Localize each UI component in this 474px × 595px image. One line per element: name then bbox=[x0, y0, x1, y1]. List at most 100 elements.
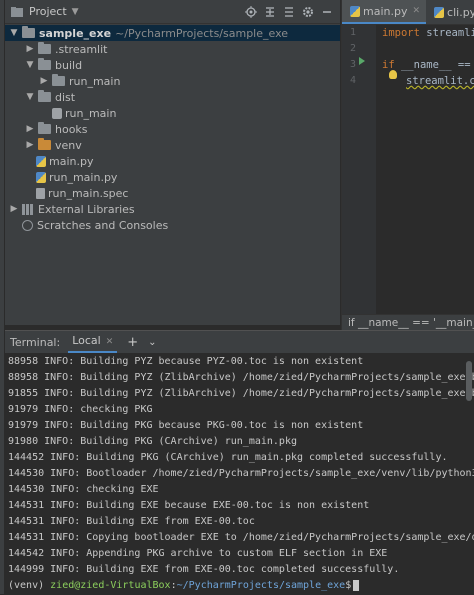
terminal-line: 144531 INFO: Building EXE because EXE-00… bbox=[8, 500, 370, 511]
chevron-right-icon[interactable]: ▶ bbox=[25, 140, 35, 150]
tree-item-label: run_main.spec bbox=[48, 186, 129, 200]
terminal-line: 144542 INFO: Appending PKG archive to cu… bbox=[8, 548, 388, 559]
scratch-icon bbox=[22, 219, 33, 231]
folder-icon bbox=[38, 122, 51, 134]
terminal-label: Terminal: bbox=[10, 335, 61, 349]
lightbulb-icon[interactable] bbox=[389, 70, 397, 79]
terminal-line: 144530 INFO: Bootloader /home/zied/Pycha… bbox=[8, 468, 474, 479]
code-line-3[interactable]: if __name__ == ' bbox=[382, 59, 474, 71]
collapse-all-icon[interactable] bbox=[280, 3, 298, 21]
folder-icon bbox=[52, 74, 65, 86]
tree-item-sample-exe[interactable]: ▼ sample_exe ~/PycharmProjects/sample_ex… bbox=[5, 25, 340, 41]
line-number: 4 bbox=[349, 75, 356, 86]
terminal-line: 144530 INFO: checking EXE bbox=[8, 484, 159, 495]
terminal-line: 91979 INFO: Building PKG because PKG-00.… bbox=[8, 420, 364, 431]
tree-item-dist[interactable]: ▼ dist bbox=[5, 89, 340, 105]
terminal-line: 144531 INFO: Copying bootloader EXE to /… bbox=[8, 532, 474, 543]
terminal-line: 144452 INFO: Building PKG (CArchive) run… bbox=[8, 452, 448, 463]
tab-label: cli.py bbox=[447, 5, 474, 19]
project-panel-title[interactable]: Project bbox=[29, 5, 67, 18]
python-file-icon bbox=[434, 6, 445, 18]
python-file-icon bbox=[350, 5, 360, 17]
code-line-1[interactable]: import streamlit bbox=[382, 27, 474, 39]
tree-item-streamlit[interactable]: ▶ .streamlit bbox=[5, 41, 340, 57]
terminal-output[interactable]: 88958 INFO: Building PYZ because PYZ-00.… bbox=[8, 354, 474, 594]
terminal-line: 91855 INFO: Building PYZ (ZlibArchive) /… bbox=[8, 388, 474, 399]
prompt-env: (venv) bbox=[8, 580, 51, 591]
folder-icon bbox=[38, 58, 51, 70]
tree-item-label: dist bbox=[55, 90, 76, 104]
editor-breadcrumb[interactable]: if __name__ == '__main__' bbox=[342, 314, 474, 330]
tree-item-label: run_main bbox=[65, 106, 117, 120]
tab-cli-py[interactable]: cli.py bbox=[426, 0, 474, 24]
terminal-line: 91980 INFO: Building PKG (CArchive) run_… bbox=[8, 436, 297, 447]
terminal-line: 144999 INFO: Building EXE from EXE-00.to… bbox=[8, 564, 400, 575]
new-terminal-plus-icon[interactable]: + bbox=[127, 335, 138, 350]
terminal-scrollbar[interactable] bbox=[466, 361, 472, 401]
tab-main-py[interactable]: main.py ✕ bbox=[342, 0, 427, 24]
code-keyword: if bbox=[382, 59, 395, 71]
editor-panel: main.py ✕ cli.py 1 2 3 4 import streamli… bbox=[341, 0, 474, 330]
chevron-down-icon[interactable]: ▼ bbox=[25, 92, 35, 102]
tree-item-main-py[interactable]: main.py bbox=[5, 153, 340, 169]
chevron-right-icon[interactable]: ▶ bbox=[25, 44, 35, 54]
close-icon[interactable]: ✕ bbox=[412, 6, 420, 16]
view-dropdown-icon[interactable]: ▼ bbox=[72, 7, 79, 17]
locate-file-icon[interactable] bbox=[242, 3, 260, 21]
text-file-icon bbox=[36, 187, 45, 199]
terminal-line: 88958 INFO: Building PYZ (ZlibArchive) /… bbox=[8, 372, 474, 383]
tree-item-venv[interactable]: ▶ venv bbox=[5, 137, 340, 153]
tree-item-label: build bbox=[55, 58, 83, 72]
terminal-tab-local[interactable]: Local ✕ bbox=[68, 331, 118, 353]
chevron-right-icon[interactable]: ▶ bbox=[39, 76, 49, 86]
line-number: 3 bbox=[349, 59, 356, 70]
tree-item-run-main-py[interactable]: run_main.py bbox=[5, 169, 340, 185]
tree-item-build[interactable]: ▼ build bbox=[5, 57, 340, 73]
tab-label: main.py bbox=[363, 4, 408, 18]
prompt-symbol: $ bbox=[345, 580, 352, 591]
tree-item-label: .streamlit bbox=[55, 42, 108, 56]
library-icon bbox=[22, 203, 34, 215]
tree-item-scratches[interactable]: Scratches and Consoles bbox=[5, 217, 340, 233]
gear-icon[interactable] bbox=[299, 3, 317, 21]
tree-item-label: venv bbox=[55, 138, 82, 152]
project-panel: Project ▼ ▼ sample_exe ~/PycharmProjects… bbox=[5, 0, 340, 325]
tree-item-label: Scratches and Consoles bbox=[37, 218, 169, 232]
folder-icon bbox=[38, 42, 51, 54]
folder-icon bbox=[38, 90, 51, 102]
tree-item-label: main.py bbox=[49, 154, 94, 168]
code-text: streamlit bbox=[426, 27, 474, 39]
tree-item-label: sample_exe bbox=[39, 26, 112, 40]
terminal-line: 144531 INFO: Building EXE from EXE-00.to… bbox=[8, 516, 255, 527]
project-folder-icon bbox=[11, 6, 23, 17]
run-icon[interactable] bbox=[359, 57, 365, 65]
tree-item-build-run-main[interactable]: ▶ run_main bbox=[5, 73, 340, 89]
prompt-user: zied@zied-VirtualBox bbox=[50, 580, 171, 591]
code-text: streamlit.cli bbox=[406, 75, 474, 87]
chevron-right-icon[interactable]: ▶ bbox=[25, 124, 35, 134]
python-file-icon bbox=[36, 171, 46, 183]
chevron-down-icon[interactable]: ⌄ bbox=[148, 337, 156, 348]
terminal-line: 91979 INFO: checking PKG bbox=[8, 404, 153, 415]
terminal-tab-label: Local bbox=[72, 334, 101, 347]
close-icon[interactable]: ✕ bbox=[106, 337, 114, 347]
tree-item-hooks[interactable]: ▶ hooks bbox=[5, 121, 340, 137]
text-cursor bbox=[353, 579, 360, 591]
tree-item-path: ~/PycharmProjects/sample_exe bbox=[115, 26, 289, 40]
python-file-icon bbox=[36, 155, 46, 167]
expand-all-icon[interactable] bbox=[261, 3, 279, 21]
tree-item-dist-run-main[interactable]: run_main bbox=[5, 105, 340, 121]
terminal-line: 88958 INFO: Building PYZ because PYZ-00.… bbox=[8, 356, 364, 367]
terminal-prompt[interactable]: (venv) zied@zied-VirtualBox:~/PycharmPro… bbox=[8, 578, 474, 594]
tree-item-run-main-spec[interactable]: run_main.spec bbox=[5, 185, 340, 201]
terminal-header: Terminal: Local ✕ + ⌄ bbox=[5, 331, 474, 353]
executable-file-icon bbox=[52, 107, 62, 119]
tree-item-label: hooks bbox=[55, 122, 88, 136]
tree-item-external-libraries[interactable]: ▶ External Libraries bbox=[5, 201, 340, 217]
hide-panel-icon[interactable] bbox=[318, 3, 336, 21]
code-line-4[interactable]: streamlit.cli bbox=[406, 75, 474, 87]
chevron-right-icon[interactable]: ▶ bbox=[9, 204, 19, 214]
chevron-down-icon[interactable]: ▼ bbox=[9, 28, 19, 38]
chevron-down-icon[interactable]: ▼ bbox=[25, 60, 35, 70]
code-text: __name__ == ' bbox=[400, 59, 474, 71]
